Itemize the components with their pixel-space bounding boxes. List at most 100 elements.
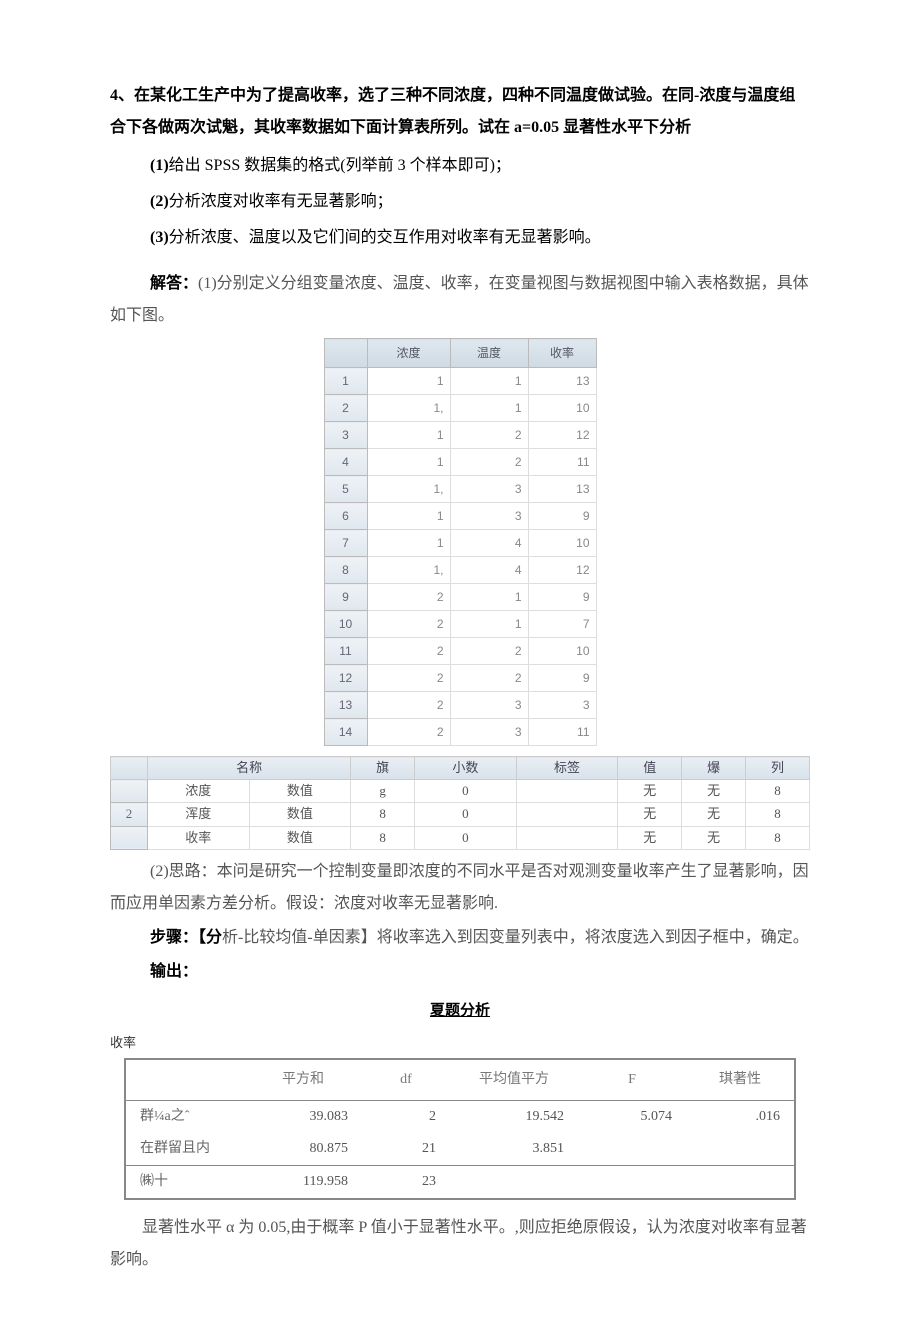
- varview-header: 标签: [516, 757, 618, 780]
- table-row: 10 2 1 7: [324, 611, 596, 638]
- data-cell: 3: [450, 476, 528, 503]
- row-number: 9: [324, 584, 367, 611]
- spss-dataview-wrap: 浓度 温度 收率 1 1 1 132 1, 1 103 1 2 124 1 2 …: [110, 338, 810, 746]
- problem-intro-text: 、在某化工生产中为了提高收率，选了三种不同浓度，四种不同温度做试验。在同-浓度与…: [110, 87, 795, 136]
- p2-steps: 步骤：【分析-比较均值-单因素】将收率选入到因变量列表中，将浓度选入到因子框中，…: [110, 922, 810, 954]
- var-values: 无: [618, 803, 682, 826]
- data-cell: 2: [367, 638, 450, 665]
- table-row: 12 2 2 9: [324, 665, 596, 692]
- conclusion: 显著性水平 α 为 0.05,由于概率 P 值小于显著性水平。,则应拒绝原假设，…: [110, 1212, 810, 1276]
- table-row: 13 2 3 3: [324, 692, 596, 719]
- data-cell: 2: [367, 692, 450, 719]
- anova-cell: [686, 1165, 795, 1199]
- data-cell: 1: [367, 530, 450, 557]
- data-col-header: 浓度: [367, 339, 450, 368]
- table-row: 1 1 1 13: [324, 368, 596, 395]
- data-cell: 11: [528, 719, 596, 746]
- q1-text: 给出 SPSS 数据集的格式(列举前 3 个样本即可)；: [169, 157, 511, 174]
- var-decimals: 0: [415, 826, 517, 849]
- row-number: [111, 826, 148, 849]
- data-cell: 1: [450, 611, 528, 638]
- anova-table: 平方和 df 平均值平方 F 琪著性 群¼a之ˆ 39.083 2 19.542…: [124, 1058, 796, 1200]
- row-number: 5: [324, 476, 367, 503]
- var-columns: 8: [746, 780, 810, 803]
- anova-cell: 2: [362, 1100, 450, 1133]
- question-1: (1)给出 SPSS 数据集的格式(列举前 3 个样本即可)；: [110, 150, 810, 182]
- data-cell: 2: [450, 422, 528, 449]
- data-cell: 4: [450, 557, 528, 584]
- p2-output-label: 输出：: [150, 963, 198, 980]
- table-header-row: 浓度 温度 收率: [324, 339, 596, 368]
- data-cell: 2: [367, 611, 450, 638]
- row-number: 4: [324, 449, 367, 476]
- anova-cell: [450, 1165, 578, 1199]
- var-width: g: [351, 780, 415, 803]
- var-name: 浑度: [148, 803, 250, 826]
- varview-header: 小数: [415, 757, 517, 780]
- var-type: 数值: [249, 780, 351, 803]
- varview-header: 旗: [351, 757, 415, 780]
- row-number: 3: [324, 422, 367, 449]
- row-number: 14: [324, 719, 367, 746]
- table-row: 14 2 3 11: [324, 719, 596, 746]
- p2-idea-label: 思路：: [169, 863, 217, 880]
- data-cell: 4: [450, 530, 528, 557]
- data-cell: 1,: [367, 476, 450, 503]
- var-name: 浓度: [148, 780, 250, 803]
- anova-cell: [686, 1133, 795, 1166]
- var-columns: 8: [746, 826, 810, 849]
- data-cell: 1,: [367, 395, 450, 422]
- data-cell: 2: [367, 665, 450, 692]
- data-cell: 2: [450, 449, 528, 476]
- row-number: 8: [324, 557, 367, 584]
- varview-header: 列: [746, 757, 810, 780]
- varview-header: 值: [618, 757, 682, 780]
- varview-header: 爆: [682, 757, 746, 780]
- data-cell: 7: [528, 611, 596, 638]
- anova-cell: .016: [686, 1100, 795, 1133]
- problem-intro: 4、在某化工生产中为了提高收率，选了三种不同浓度，四种不同温度做试验。在同-浓度…: [110, 80, 810, 144]
- data-cell: 3: [450, 503, 528, 530]
- spss-varview-wrap: 名称 旗 小数 标签 值 爆 列 浓度 数值 g 0 无 无 82 浑度 数值 …: [110, 756, 810, 850]
- table-row: 9 2 1 9: [324, 584, 596, 611]
- p2-output: 输出：: [110, 956, 810, 988]
- var-columns: 8: [746, 803, 810, 826]
- data-cell: 2: [367, 719, 450, 746]
- data-cell: 2: [450, 665, 528, 692]
- row-number: 2: [324, 395, 367, 422]
- q3-prefix: (3): [150, 229, 169, 246]
- anova-sub: 收率: [110, 1030, 810, 1056]
- var-decimals: 0: [415, 780, 517, 803]
- data-cell: 1: [450, 368, 528, 395]
- conclusion-text: 显著性水平 α 为 0.05,由于概率 P 值小于显著性水平。,则应拒绝原假设，…: [110, 1219, 807, 1268]
- q2-prefix: (2): [150, 193, 169, 210]
- table-row: 8 1, 4 12: [324, 557, 596, 584]
- p2-steps-label: 步骤：: [150, 929, 198, 946]
- data-cell: 1: [450, 395, 528, 422]
- anova-cell: 80.875: [244, 1133, 362, 1166]
- anova-cell: 5.074: [578, 1100, 686, 1133]
- row-number: 10: [324, 611, 367, 638]
- data-cell: 13: [528, 368, 596, 395]
- problem-number: 4: [110, 87, 118, 104]
- data-cell: 13: [528, 476, 596, 503]
- question-2: (2)分析浓度对收率有无显著影响；: [110, 186, 810, 218]
- data-cell: 3: [450, 719, 528, 746]
- data-cell: 12: [528, 557, 596, 584]
- p2-prefix: (2): [150, 863, 169, 880]
- table-row: 5 1, 3 13: [324, 476, 596, 503]
- varview-header: [111, 757, 148, 780]
- var-decimals: 0: [415, 803, 517, 826]
- table-row: 11 2 2 10: [324, 638, 596, 665]
- anova-row: 在群留且内 80.875 21 3.851: [125, 1133, 795, 1166]
- anova-header: 平方和: [244, 1059, 362, 1101]
- anova-cell: 19.542: [450, 1100, 578, 1133]
- anova-header: [125, 1059, 244, 1101]
- var-missing: 无: [682, 826, 746, 849]
- table-row: 3 1 2 12: [324, 422, 596, 449]
- data-col-header: 温度: [450, 339, 528, 368]
- data-cell: 2: [367, 584, 450, 611]
- var-label: [516, 780, 618, 803]
- var-type: 数值: [249, 826, 351, 849]
- var-name: 收率: [148, 826, 250, 849]
